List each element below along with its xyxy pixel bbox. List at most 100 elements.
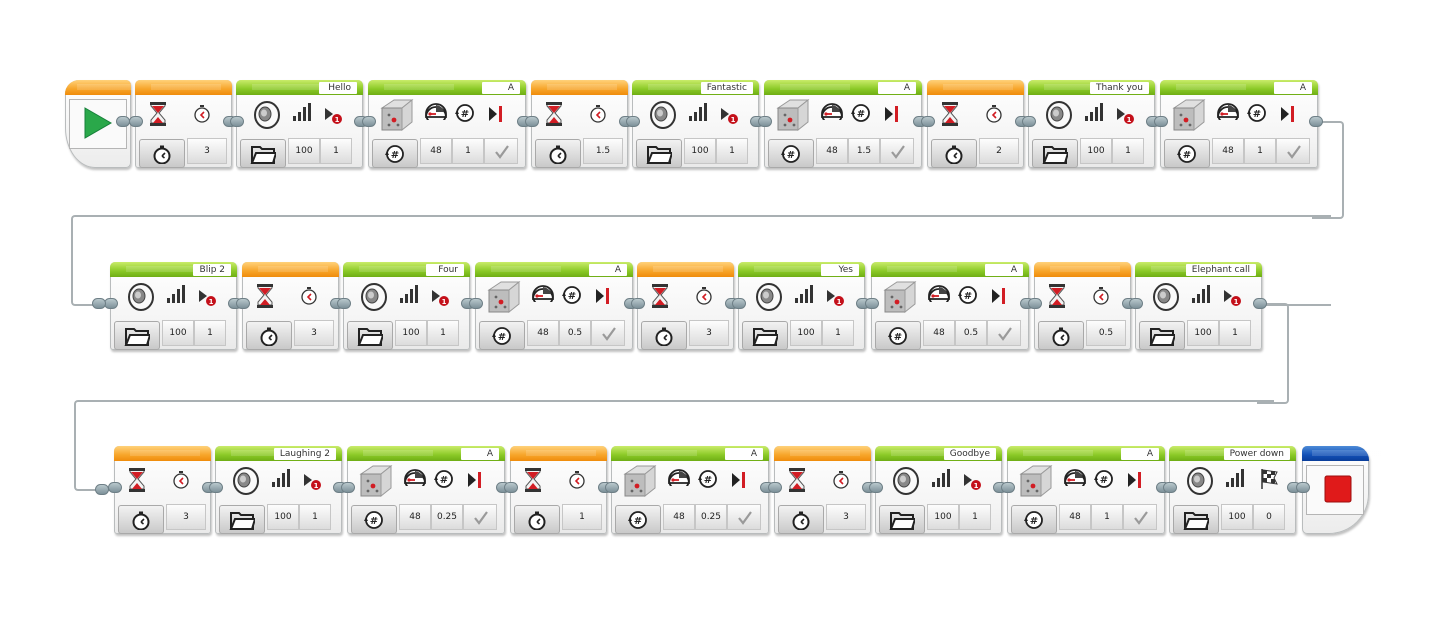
power-value[interactable]: 48 xyxy=(816,138,848,164)
file-selector-button[interactable] xyxy=(219,505,265,534)
start-block[interactable] xyxy=(65,80,147,168)
stop-block[interactable] xyxy=(1302,446,1382,534)
input-connector[interactable] xyxy=(504,482,518,493)
header-grip[interactable] xyxy=(252,84,322,90)
wait-block[interactable]: 3 xyxy=(135,80,232,168)
mode-selector-button[interactable] xyxy=(535,139,581,168)
header-grip[interactable] xyxy=(653,266,723,272)
header-grip[interactable] xyxy=(1050,266,1120,272)
play-type-value[interactable]: 1 xyxy=(822,320,854,346)
mode-selector-button[interactable]: # xyxy=(1011,505,1057,534)
power-value[interactable]: 48 xyxy=(527,320,559,346)
input-connector[interactable] xyxy=(1028,298,1042,309)
header-grip[interactable] xyxy=(151,84,221,90)
block-header-label[interactable]: Hello xyxy=(319,82,357,94)
seconds-value[interactable]: 3 xyxy=(689,320,729,346)
input-connector[interactable] xyxy=(1001,482,1015,493)
sound-block[interactable]: Blip 2 1 100 1 xyxy=(110,262,237,350)
block-header-label[interactable]: Yes xyxy=(821,264,859,276)
input-connector[interactable] xyxy=(758,116,772,127)
output-connector[interactable] xyxy=(1253,298,1267,309)
input-connector[interactable] xyxy=(1129,298,1143,309)
seconds-value[interactable]: 3 xyxy=(166,504,206,530)
mode-selector-button[interactable]: # xyxy=(875,321,921,350)
input-connector[interactable] xyxy=(337,298,351,309)
file-selector-button[interactable] xyxy=(114,321,160,350)
sound-block[interactable]: Yes 1 100 1 xyxy=(738,262,865,350)
volume-value[interactable]: 100 xyxy=(790,320,822,346)
power-value[interactable]: 48 xyxy=(923,320,955,346)
header-grip[interactable] xyxy=(130,450,200,456)
block-header-label[interactable]: Fantastic xyxy=(700,82,753,94)
rotations-value[interactable]: 0.5 xyxy=(955,320,987,346)
block-header-label[interactable]: A xyxy=(878,82,916,94)
header-grip[interactable] xyxy=(754,266,824,272)
header-grip[interactable] xyxy=(258,266,328,272)
wait-block[interactable]: 3 xyxy=(242,262,339,350)
block-header-label[interactable]: Four xyxy=(426,264,464,276)
medium-motor-block[interactable]: A # #48 1 xyxy=(1007,446,1165,534)
input-connector[interactable] xyxy=(230,116,244,127)
play-type-value[interactable]: 0 xyxy=(1253,504,1285,530)
play-type-value[interactable]: 1 xyxy=(194,320,226,346)
input-connector[interactable] xyxy=(1154,116,1168,127)
input-connector[interactable] xyxy=(1163,482,1177,493)
header-grip[interactable] xyxy=(526,450,596,456)
block-header-label[interactable]: Thank you xyxy=(1089,82,1149,94)
block-header-label[interactable]: Laughing 2 xyxy=(273,448,336,460)
block-header-label[interactable]: A xyxy=(1274,82,1312,94)
medium-motor-block[interactable]: A # #48 1 xyxy=(1160,80,1318,168)
mode-selector-button[interactable]: # xyxy=(351,505,397,534)
medium-motor-block[interactable]: A # #48 0.25 xyxy=(611,446,769,534)
rotations-value[interactable]: 0.25 xyxy=(695,504,727,530)
sound-block[interactable]: Power down 100 0 xyxy=(1169,446,1296,534)
header-grip[interactable] xyxy=(780,84,850,90)
medium-motor-block[interactable]: A # #48 1 xyxy=(368,80,526,168)
header-grip[interactable] xyxy=(790,450,860,456)
sound-block[interactable]: Goodbye 1 100 1 xyxy=(875,446,1002,534)
seconds-value[interactable]: 3 xyxy=(294,320,334,346)
header-grip[interactable] xyxy=(363,450,433,456)
header-grip[interactable] xyxy=(1023,450,1093,456)
block-header-label[interactable]: Elephant call xyxy=(1185,264,1256,276)
block-header-label[interactable]: Power down xyxy=(1223,448,1290,460)
wait-block[interactable]: 3 xyxy=(114,446,211,534)
rotations-value[interactable]: 1 xyxy=(1244,138,1276,164)
file-selector-button[interactable] xyxy=(240,139,286,168)
block-header-label[interactable]: A xyxy=(1121,448,1159,460)
header-grip[interactable] xyxy=(1176,84,1246,90)
block-header-label[interactable]: Blip 2 xyxy=(193,264,231,276)
wait-block[interactable]: 3 xyxy=(774,446,871,534)
file-selector-button[interactable] xyxy=(1173,505,1219,534)
mode-selector-button[interactable]: # xyxy=(768,139,814,168)
block-header-label[interactable]: A xyxy=(589,264,627,276)
block-header-label[interactable]: A xyxy=(985,264,1023,276)
power-value[interactable]: 48 xyxy=(1212,138,1244,164)
file-selector-button[interactable] xyxy=(1032,139,1078,168)
power-value[interactable]: 48 xyxy=(1059,504,1091,530)
input-connector[interactable] xyxy=(104,298,118,309)
input-connector[interactable] xyxy=(236,298,250,309)
volume-value[interactable]: 100 xyxy=(1221,504,1253,530)
input-connector[interactable] xyxy=(108,482,122,493)
rotations-value[interactable]: 1.5 xyxy=(848,138,880,164)
power-value[interactable]: 48 xyxy=(420,138,452,164)
file-selector-button[interactable] xyxy=(742,321,788,350)
file-selector-button[interactable] xyxy=(636,139,682,168)
file-selector-button[interactable] xyxy=(879,505,925,534)
wire-entry-connector[interactable] xyxy=(92,298,106,309)
input-connector[interactable] xyxy=(209,482,223,493)
input-connector[interactable] xyxy=(865,298,879,309)
sound-block[interactable]: Laughing 2 1 100 1 xyxy=(215,446,342,534)
header-grip[interactable] xyxy=(887,266,957,272)
input-connector[interactable] xyxy=(341,482,355,493)
brake-toggle[interactable] xyxy=(727,504,761,530)
volume-value[interactable]: 100 xyxy=(927,504,959,530)
file-selector-button[interactable] xyxy=(347,321,393,350)
play-type-value[interactable]: 1 xyxy=(427,320,459,346)
input-connector[interactable] xyxy=(626,116,640,127)
seconds-value[interactable]: 0.5 xyxy=(1086,320,1126,346)
play-type-value[interactable]: 1 xyxy=(959,504,991,530)
brake-toggle[interactable] xyxy=(463,504,497,530)
seconds-value[interactable]: 2 xyxy=(979,138,1019,164)
